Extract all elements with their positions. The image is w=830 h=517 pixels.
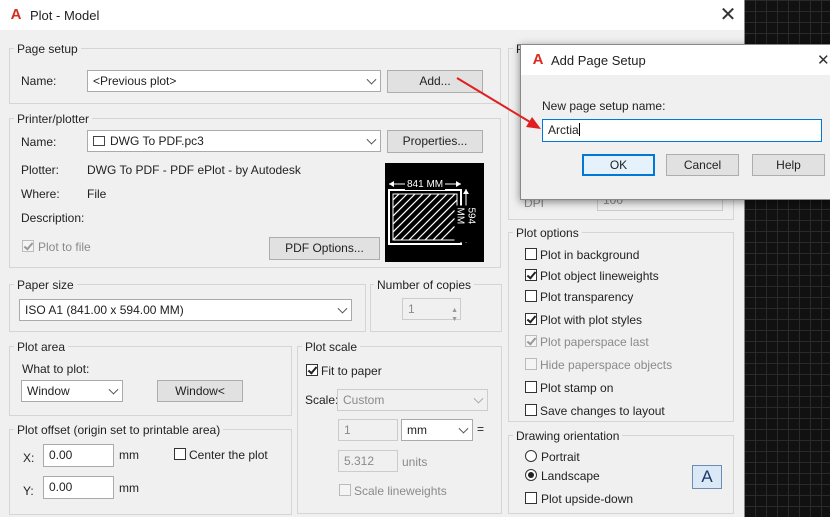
annotation-arrow <box>456 77 541 129</box>
